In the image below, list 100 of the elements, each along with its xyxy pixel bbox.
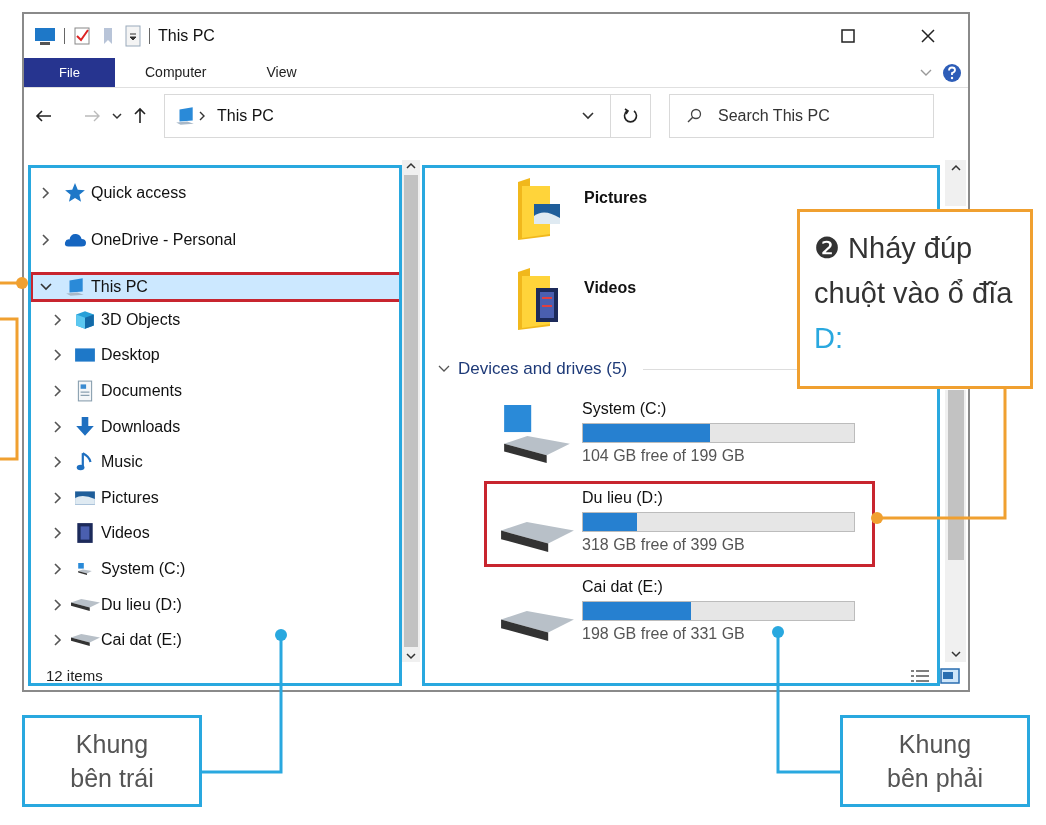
tree-item[interactable]: Downloads	[30, 408, 190, 445]
expand-chevron-icon[interactable]	[52, 385, 64, 397]
tree-item[interactable]: Quick access	[30, 178, 196, 208]
address-field[interactable]: This PC	[164, 94, 651, 138]
drive-icon	[78, 562, 92, 575]
expand-chevron-icon[interactable]	[52, 349, 64, 362]
customize-dropdown-icon[interactable]	[125, 25, 141, 47]
computer-icon[interactable]	[34, 26, 56, 46]
tree-item-label: System (C:)	[101, 558, 186, 579]
scroll-down-icon[interactable]	[950, 651, 961, 658]
capacity-text: 104 GB free of 199 GB	[582, 446, 746, 466]
tree-item-label: Downloads	[101, 416, 181, 437]
collapse-chevron-icon[interactable]	[40, 281, 52, 293]
scrollbar[interactable]	[402, 160, 420, 662]
maximize-icon[interactable]	[840, 28, 856, 44]
scroll-up-icon[interactable]	[406, 162, 416, 169]
tree-item[interactable]: Du lieu (D:)	[30, 586, 191, 623]
drive-icon	[70, 598, 100, 611]
drive-icon	[500, 611, 574, 641]
scrollbar-track[interactable]	[945, 160, 966, 206]
ribbon-tab[interactable]: Computer	[123, 58, 229, 87]
picture-folder-icon[interactable]	[516, 176, 562, 242]
tree-item-label: Quick access	[91, 183, 187, 203]
expand-chevron-icon[interactable]	[52, 562, 64, 575]
computer-icon	[64, 276, 86, 298]
tree-item-label: Desktop	[101, 345, 160, 366]
tree-item[interactable]: Documents	[30, 373, 191, 409]
refresh-icon[interactable]	[621, 107, 640, 125]
expand-chevron-icon[interactable]	[52, 527, 64, 540]
window-title: This PC	[158, 26, 215, 46]
tree-item-label: Cai dat (E:)	[101, 630, 182, 651]
callout-text: ❷ Nháy đúp chuột vào ổ đĩa D:	[814, 231, 1014, 356]
tree-item[interactable]: Pictures	[30, 479, 168, 516]
tree-item-label: Pictures	[101, 487, 159, 508]
tree-item[interactable]: OneDrive - Personal	[30, 225, 245, 255]
capacity-text: 318 GB free of 399 GB	[582, 535, 746, 555]
star-icon	[64, 182, 86, 204]
tree-item[interactable]: 3D Objects	[30, 302, 190, 338]
group-header[interactable]: Devices and drives (5)	[458, 356, 628, 382]
tree-item[interactable]: Videos	[30, 515, 159, 552]
callout-label: Khung bên trái	[69, 729, 155, 794]
tree-item[interactable]: Cai dat (E:)	[30, 622, 191, 658]
back-arrow-icon[interactable]	[34, 108, 54, 124]
tree-item[interactable]: Desktop	[30, 337, 169, 374]
tree-item-label: Du lieu (D:)	[101, 594, 182, 615]
cube-icon	[74, 308, 96, 331]
scroll-down-icon[interactable]	[406, 653, 416, 660]
capacity-text: 198 GB free of 331 GB	[582, 624, 746, 644]
folder-label[interactable]: Pictures	[584, 186, 648, 210]
drive-label[interactable]: System (C:)	[582, 399, 855, 419]
leader-line	[0, 277, 28, 289]
download-arrow-icon	[74, 415, 96, 438]
scrollbar-thumb[interactable]	[404, 175, 418, 647]
drive-icon	[500, 522, 574, 552]
search-icon	[686, 108, 702, 124]
callout-label: Khung bên phải	[886, 729, 984, 794]
tree-item[interactable]: Music	[30, 444, 152, 480]
scrollbar-track[interactable]	[945, 390, 966, 662]
tree-item-label: OneDrive - Personal	[91, 230, 236, 250]
ribbon-tab[interactable]: View	[244, 58, 319, 87]
film-icon	[74, 522, 96, 545]
expand-chevron-icon[interactable]	[52, 313, 64, 326]
expand-chevron-icon[interactable]	[52, 491, 64, 504]
close-icon[interactable]	[920, 28, 936, 44]
drive-icon	[504, 405, 570, 463]
tiles-view-icon[interactable]	[940, 668, 960, 684]
expand-chevron-icon[interactable]	[40, 234, 52, 246]
drive-tile[interactable]: System (C:) 104 GB free of 199 GB	[484, 392, 875, 478]
drive-tile[interactable]: Cai dat (E:) 198 GB free of 331 GB	[484, 570, 875, 656]
details-view-icon[interactable]	[910, 668, 930, 684]
expand-chevron-icon[interactable]	[52, 420, 64, 433]
drive-icon	[70, 634, 100, 647]
properties-checkmark-icon[interactable]	[73, 26, 91, 46]
scroll-up-icon[interactable]	[950, 164, 961, 171]
expand-chevron-icon[interactable]	[52, 634, 64, 647]
drive-label[interactable]: Du lieu (D:)	[582, 488, 855, 508]
ribbon-tab[interactable]: File	[24, 58, 115, 87]
breadcrumb-link[interactable]: This PC	[217, 104, 274, 128]
up-arrow-icon[interactable]	[132, 106, 148, 126]
tree-item-label: 3D Objects	[101, 309, 181, 330]
help-icon[interactable]	[942, 62, 962, 83]
search-input[interactable]: Search This PC	[718, 104, 917, 128]
tree-item-label: Music	[101, 452, 143, 473]
expand-chevron-icon[interactable]	[40, 187, 52, 199]
tree-item[interactable]: This PC	[30, 272, 402, 302]
expand-chevron-icon[interactable]	[52, 456, 64, 469]
folder-label[interactable]: Videos	[584, 276, 637, 300]
address-dropdown-icon[interactable]	[582, 110, 594, 122]
status-text: 12 items	[46, 665, 103, 686]
expand-chevron-icon[interactable]	[52, 598, 64, 611]
tree-item-label: This PC	[91, 277, 148, 297]
tree-item-label: Documents	[101, 381, 182, 401]
search-field[interactable]: Search This PC	[669, 94, 934, 138]
breadcrumb-chevron-icon[interactable]	[197, 111, 207, 121]
tree-item-label: Videos	[101, 523, 150, 544]
drive-tile[interactable]: Du lieu (D:) 318 GB free of 399 GB	[484, 481, 875, 567]
drive-label[interactable]: Cai dat (E:)	[582, 577, 855, 597]
recent-locations-icon[interactable]	[112, 111, 122, 121]
tree-item[interactable]: System (C:)	[30, 551, 195, 587]
scrollbar-thumb[interactable]	[947, 390, 964, 560]
